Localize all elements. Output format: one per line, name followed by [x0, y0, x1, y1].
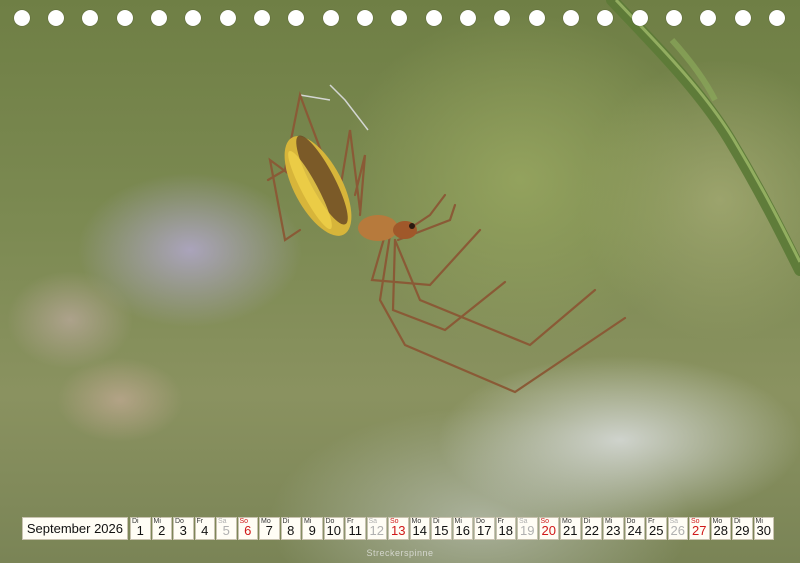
calendar-day: So 27 — [689, 517, 710, 540]
calendar-day: Di 29 — [732, 517, 753, 540]
binding-hole — [323, 10, 339, 26]
day-number: 22 — [584, 523, 599, 538]
calendar-day: Mi 16 — [452, 517, 473, 540]
calendar-day: Di 8 — [280, 517, 301, 540]
calendar-day: Sa 12 — [366, 517, 387, 540]
day-number: 13 — [391, 523, 406, 538]
month-label: September 2026 — [22, 517, 128, 540]
binding-hole — [151, 10, 167, 26]
calendar-day: Sa 19 — [517, 517, 538, 540]
day-number: 23 — [606, 523, 621, 538]
calendar-day: Mo 7 — [259, 517, 280, 540]
day-number: 21 — [563, 523, 578, 538]
calendar-day: Do 10 — [323, 517, 344, 540]
binding-hole — [82, 10, 98, 26]
day-number: 7 — [265, 523, 273, 538]
calendar-day: Mo 14 — [409, 517, 430, 540]
day-number: 26 — [670, 523, 685, 538]
binding-hole — [220, 10, 236, 26]
day-number: 30 — [756, 523, 771, 538]
day-number: 16 — [455, 523, 470, 538]
spider-illustration — [266, 0, 800, 394]
day-number: 9 — [308, 523, 316, 538]
day-number: 25 — [649, 523, 664, 538]
calendar-day: Do 3 — [173, 517, 194, 540]
binding-hole — [426, 10, 442, 26]
binding-hole — [254, 10, 270, 26]
day-number: 15 — [434, 523, 449, 538]
binding-hole — [666, 10, 682, 26]
day-number: 2 — [158, 523, 166, 538]
calendar-day: Di 22 — [581, 517, 602, 540]
binding-hole — [529, 10, 545, 26]
calendar-strip: September 2026 Di 1 Mi 2 Do 3 Fr 4 Sa 5 So 6 Mo 7 Di 8 M… — [22, 517, 775, 540]
binding-hole — [700, 10, 716, 26]
day-number: 18 — [498, 523, 513, 538]
binding-hole — [735, 10, 751, 26]
day-number: 1 — [136, 523, 144, 538]
binding-hole — [460, 10, 476, 26]
day-number: 20 — [541, 523, 556, 538]
day-number: 19 — [520, 523, 535, 538]
calendar-day: Mi 2 — [151, 517, 172, 540]
calendar-day: Fr 4 — [194, 517, 215, 540]
binding-hole — [769, 10, 785, 26]
day-number: 28 — [713, 523, 728, 538]
day-number: 17 — [477, 523, 492, 538]
day-number: 3 — [179, 523, 187, 538]
binding-hole — [597, 10, 613, 26]
calendar-day: So 20 — [538, 517, 559, 540]
calendar-day: Sa 26 — [667, 517, 688, 540]
day-number: 11 — [348, 523, 363, 538]
day-number: 24 — [627, 523, 642, 538]
day-number: 12 — [369, 523, 384, 538]
photo-caption: Streckerspinne — [366, 548, 434, 558]
calendar-day: Mo 21 — [560, 517, 581, 540]
binding-hole — [288, 10, 304, 26]
calendar-day: So 13 — [388, 517, 409, 540]
binding-hole — [494, 10, 510, 26]
calendar-day: Do 17 — [474, 517, 495, 540]
day-number: 14 — [412, 523, 427, 538]
day-number: 27 — [692, 523, 707, 538]
calendar-day: Mi 9 — [302, 517, 323, 540]
calendar-day: Di 15 — [431, 517, 452, 540]
day-number: 5 — [222, 523, 230, 538]
calendar-day: Mo 28 — [710, 517, 731, 540]
binding-hole — [117, 10, 133, 26]
day-number: 8 — [287, 523, 295, 538]
binding-hole — [48, 10, 64, 26]
calendar-day: Mi 30 — [753, 517, 774, 540]
binding-holes — [0, 0, 800, 36]
binding-hole — [391, 10, 407, 26]
day-number: 6 — [244, 523, 252, 538]
binding-hole — [14, 10, 30, 26]
binding-hole — [357, 10, 373, 26]
day-number: 10 — [326, 523, 341, 538]
day-number: 4 — [201, 523, 209, 538]
calendar-day: Fr 25 — [646, 517, 667, 540]
spider-photo — [0, 0, 800, 563]
binding-hole — [563, 10, 579, 26]
day-number: 29 — [735, 523, 750, 538]
calendar-day: Di 1 — [130, 517, 151, 540]
calendar-day: So 6 — [237, 517, 258, 540]
calendar-day: Mi 23 — [603, 517, 624, 540]
binding-hole — [632, 10, 648, 26]
calendar-day: Sa 5 — [216, 517, 237, 540]
calendar-day: Do 24 — [624, 517, 645, 540]
calendar-day: Fr 11 — [345, 517, 366, 540]
binding-hole — [185, 10, 201, 26]
calendar-day: Fr 18 — [495, 517, 516, 540]
